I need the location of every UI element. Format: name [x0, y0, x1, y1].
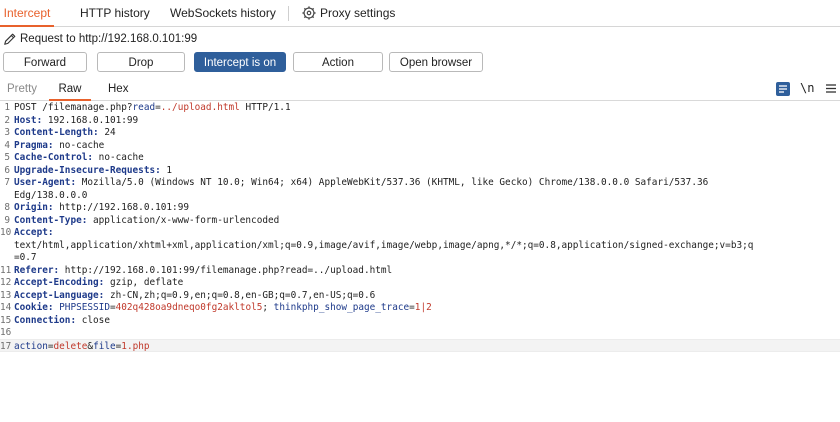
- open-browser-button[interactable]: Open browser: [389, 52, 483, 72]
- header-key: Cookie:: [14, 302, 54, 313]
- header-value: close: [76, 314, 110, 326]
- header-key: Cache-Control:: [14, 152, 94, 163]
- line-number: 10: [0, 227, 12, 238]
- header-key: Upgrade-Insecure-Requests:: [14, 164, 161, 176]
- show-newlines-icon[interactable]: \n: [800, 81, 814, 95]
- menu-icon[interactable]: [826, 83, 836, 94]
- query-param-value: ../upload.html: [160, 102, 240, 113]
- body-row[interactable]: 17 action=delete&file=1.php: [0, 339, 840, 352]
- query-param-key: read: [132, 102, 156, 113]
- tab-http-history[interactable]: HTTP history: [80, 0, 150, 25]
- line-number: 15: [0, 314, 12, 326]
- header-value: no-cache: [93, 152, 144, 163]
- line-number: 6: [4, 164, 10, 176]
- header-key: Pragma:: [14, 139, 54, 151]
- header-value: text/html,application/xhtml+xml,applicat…: [14, 239, 754, 251]
- header-key: Accept-Encoding:: [14, 277, 105, 288]
- line-number: 2: [4, 114, 10, 126]
- header-key: Origin:: [14, 202, 54, 213]
- cookie-name: thinkphp_show_page_trace: [273, 302, 410, 313]
- tab-divider: [288, 6, 289, 21]
- header-key: Accept:: [14, 227, 54, 238]
- tab-intercept[interactable]: Intercept: [0, 0, 54, 27]
- body-param-key: action: [14, 340, 48, 352]
- tab-raw[interactable]: Raw: [49, 80, 91, 101]
- header-value: gzip, deflate: [104, 277, 184, 288]
- body-param-value: 1.php: [121, 340, 150, 352]
- line-number: 4: [4, 139, 10, 151]
- gear-icon[interactable]: [302, 6, 316, 20]
- line-number: 8: [4, 202, 10, 213]
- header-key: Host:: [14, 114, 43, 126]
- action-button[interactable]: Action: [293, 52, 383, 72]
- raw-request-editor[interactable]: 1 POST /filemanage.php?read=../upload.ht…: [0, 101, 840, 422]
- pencil-icon: [4, 33, 16, 45]
- tab-pretty[interactable]: Pretty: [7, 80, 37, 99]
- cookie-value: 402q428oa9dneqo0fg2akltol5: [115, 302, 263, 313]
- cookie-name: PHPSESSID: [53, 302, 110, 313]
- request-target-url: Request to http://192.168.0.101:99: [20, 33, 198, 45]
- header-value: 1: [160, 164, 173, 176]
- line-number: 17: [0, 340, 12, 352]
- body-param-key: file: [93, 340, 116, 352]
- line-number: 12: [0, 277, 12, 288]
- cookie-value: 1|2: [414, 302, 432, 313]
- header-value: zh-CN,zh;q=0.9,en;q=0.8,en-GB;q=0.7,en-U…: [104, 289, 376, 301]
- drop-button[interactable]: Drop: [97, 52, 185, 72]
- line-number: 5: [4, 152, 10, 163]
- header-value-continued: =0.7: [14, 252, 37, 263]
- header-value: application/x-www-form-urlencoded: [87, 214, 280, 226]
- proxy-tab-bar: Intercept HTTP history WebSockets histor…: [0, 0, 840, 27]
- header-key: Connection:: [14, 314, 77, 326]
- header-value: Mozilla/5.0 (Windows NT 10.0; Win64; x64…: [76, 177, 709, 188]
- line-number: 13: [0, 289, 12, 301]
- line-number: 9: [4, 214, 10, 226]
- forward-button[interactable]: Forward: [3, 52, 87, 72]
- line-number: 7: [4, 177, 10, 188]
- tab-proxy-settings[interactable]: Proxy settings: [320, 0, 395, 25]
- request-method-path: POST /filemanage.php?: [14, 102, 133, 113]
- cookie-separator: ;: [262, 302, 274, 313]
- word-wrap-icon[interactable]: [776, 82, 790, 96]
- message-view-tabs: Pretty Raw Hex: [0, 80, 840, 101]
- header-value-continued: Edg/138.0.0.0: [14, 189, 88, 201]
- header-key: Accept-Language:: [14, 289, 105, 301]
- header-key: Content-Type:: [14, 214, 88, 226]
- body-param-value: delete: [53, 340, 88, 352]
- header-value: 192.168.0.101:99: [42, 114, 139, 126]
- header-key: Content-Length:: [14, 127, 99, 138]
- header-value: http://192.168.0.101:99: [53, 202, 189, 213]
- header-key: Referer:: [14, 264, 60, 276]
- line-number: 14: [0, 302, 12, 313]
- intercept-toggle-button[interactable]: Intercept is on: [194, 52, 286, 72]
- header-value: no-cache: [53, 139, 105, 151]
- line-number: 3: [4, 127, 10, 138]
- http-version: HTTP/1.1: [239, 102, 291, 113]
- line-number: 1: [4, 102, 10, 113]
- header-key: User-Agent:: [14, 177, 77, 188]
- tab-hex[interactable]: Hex: [108, 80, 128, 99]
- tab-websockets-history[interactable]: WebSockets history: [170, 0, 276, 25]
- header-value: http://192.168.0.101:99/filemanage.php?r…: [59, 264, 393, 276]
- line-number: 11: [0, 264, 12, 276]
- line-number: 16: [0, 327, 12, 338]
- request-target: Request to http://192.168.0.101:99: [0, 29, 840, 51]
- header-value: 24: [98, 127, 116, 138]
